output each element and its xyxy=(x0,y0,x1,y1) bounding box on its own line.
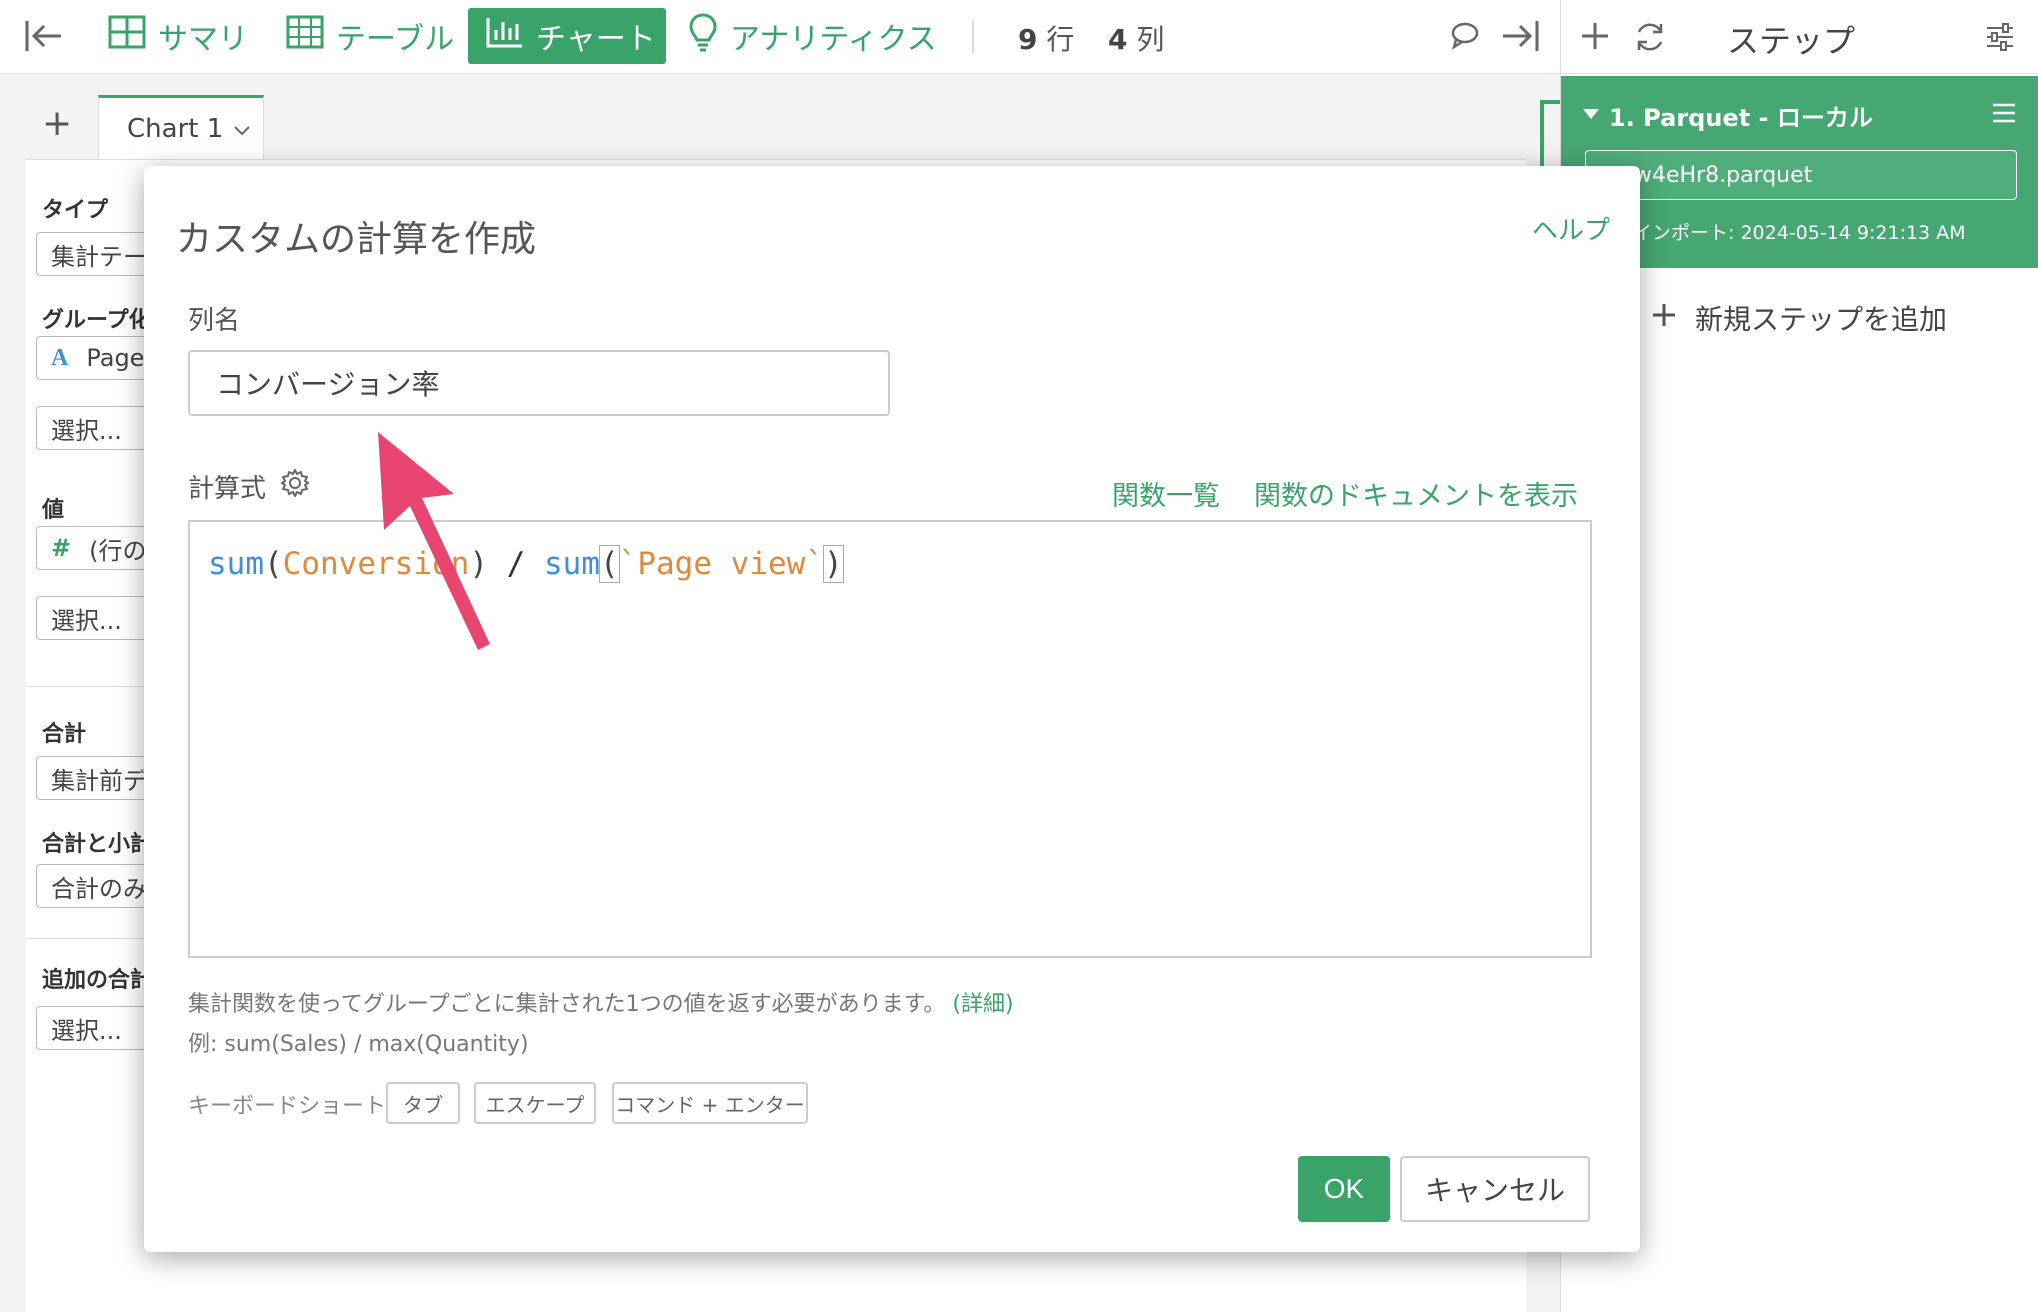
step-import-date: インポート: 2024-05-14 9:21:13 AM xyxy=(1633,222,1966,244)
column-name-input[interactable]: コンバージョン率 xyxy=(188,350,890,416)
plus-icon xyxy=(1651,302,1677,335)
formula-label-text: 計算式 xyxy=(188,474,267,504)
tab-summary[interactable]: サマリ xyxy=(90,8,266,64)
code-paren: ( xyxy=(264,546,283,582)
function-docs-link[interactable]: 関数のドキュメントを表示 xyxy=(1254,474,1578,513)
grid-icon xyxy=(108,15,146,57)
details-link[interactable]: (詳細) xyxy=(952,992,1013,1017)
value-label: 値 xyxy=(42,498,65,523)
group-field-label: Page xyxy=(86,344,145,372)
steps-title: ステップ xyxy=(1727,22,1856,60)
collapse-right-icon[interactable] xyxy=(1500,18,1540,58)
code-function: sum xyxy=(208,546,264,582)
subtotal-label: 合計と小計 xyxy=(42,832,153,857)
ok-button[interactable]: OK xyxy=(1298,1156,1390,1222)
text-type-icon: A xyxy=(51,344,69,371)
formula-code: sum(Conversion) / sum(`Page view`) xyxy=(208,545,844,583)
extra-total-label: 追加の合計 xyxy=(42,968,153,993)
add-step-label: 新規ステップを追加 xyxy=(1695,303,1948,336)
tab-chart-1[interactable]: Chart 1 xyxy=(98,95,264,159)
shortcut-escape-key: エスケープ xyxy=(474,1082,596,1124)
step-title: 1. Parquet - ローカル xyxy=(1609,104,1873,132)
caret-down-icon[interactable] xyxy=(1583,106,1599,125)
steps-header: ステップ xyxy=(1561,0,2038,74)
row-count: 9 行 xyxy=(1018,23,1075,56)
code-identifier: `Page view` xyxy=(618,546,824,582)
function-list-link[interactable]: 関数一覧 xyxy=(1112,474,1220,513)
custom-calculation-dialog: カスタムの計算を作成 ヘルプ 列名 コンバージョン率 計算式 関数一覧 関数のド… xyxy=(144,166,1640,1252)
tab-summary-label: サマリ xyxy=(158,22,248,57)
formula-example: 例: sum(Sales) / max(Quantity) xyxy=(188,1032,529,1057)
add-chart-button[interactable]: + xyxy=(42,103,72,144)
column-name-label: 列名 xyxy=(188,306,241,336)
help-link[interactable]: ヘルプ xyxy=(1532,210,1610,247)
type-label: タイプ xyxy=(42,198,109,223)
formula-hint: 集計関数を使ってグループごとに集計された1つの値を返す必要があります。 (詳細) xyxy=(188,986,1014,1018)
tab-analytics[interactable]: アナリティクス xyxy=(670,8,955,64)
plus-icon[interactable] xyxy=(1579,20,1611,56)
chart-tab-label: Chart 1 xyxy=(127,113,224,144)
tab-chart[interactable]: チャート xyxy=(468,8,666,64)
number-type-icon: # xyxy=(51,534,72,562)
dialog-title: カスタムの計算を作成 xyxy=(176,219,537,260)
group-label: グループ化 xyxy=(42,308,151,333)
toolbar-divider xyxy=(972,20,974,54)
column-count: 4 列 xyxy=(1108,23,1165,56)
shortcut-cmd-enter-key: コマンド + エンター xyxy=(612,1082,808,1124)
step-file-name: w4eHr8.parquet xyxy=(1585,150,2017,200)
code-paren: ( xyxy=(599,545,620,583)
collapse-left-icon[interactable] xyxy=(24,18,64,58)
code-paren: ) xyxy=(823,545,844,583)
hamburger-menu-icon[interactable] xyxy=(1991,102,2017,128)
cancel-button[interactable]: キャンセル xyxy=(1400,1156,1590,1222)
tab-table[interactable]: テーブル xyxy=(268,8,472,64)
shortcut-tab-key: タブ xyxy=(386,1082,460,1124)
sliders-icon[interactable] xyxy=(1985,22,2015,56)
lightbulb-icon xyxy=(688,12,718,60)
formula-label: 計算式 xyxy=(188,468,310,505)
bar-chart-icon xyxy=(486,16,524,56)
tab-chart-label: チャート xyxy=(536,22,656,57)
annotation-arrow-icon xyxy=(378,432,490,650)
formula-hint-text: 集計関数を使ってグループごとに集計された1つの値を返す必要があります。 xyxy=(188,992,946,1017)
tab-analytics-label: アナリティクス xyxy=(730,22,937,57)
add-step-button[interactable]: 新規ステップを追加 xyxy=(1651,298,1947,338)
value-field-label: (行の xyxy=(89,536,147,565)
toolbar: サマリ テーブル チャート アナリティクス 9 行 4 列 xyxy=(0,0,1560,74)
gear-icon[interactable] xyxy=(280,468,310,505)
total-label: 合計 xyxy=(42,722,87,747)
comment-icon[interactable] xyxy=(1450,20,1480,54)
refresh-icon[interactable] xyxy=(1633,20,1667,58)
table-icon xyxy=(286,15,324,57)
code-function: sum xyxy=(544,546,600,582)
chevron-down-icon xyxy=(233,114,251,144)
tab-table-label: テーブル xyxy=(336,22,455,57)
